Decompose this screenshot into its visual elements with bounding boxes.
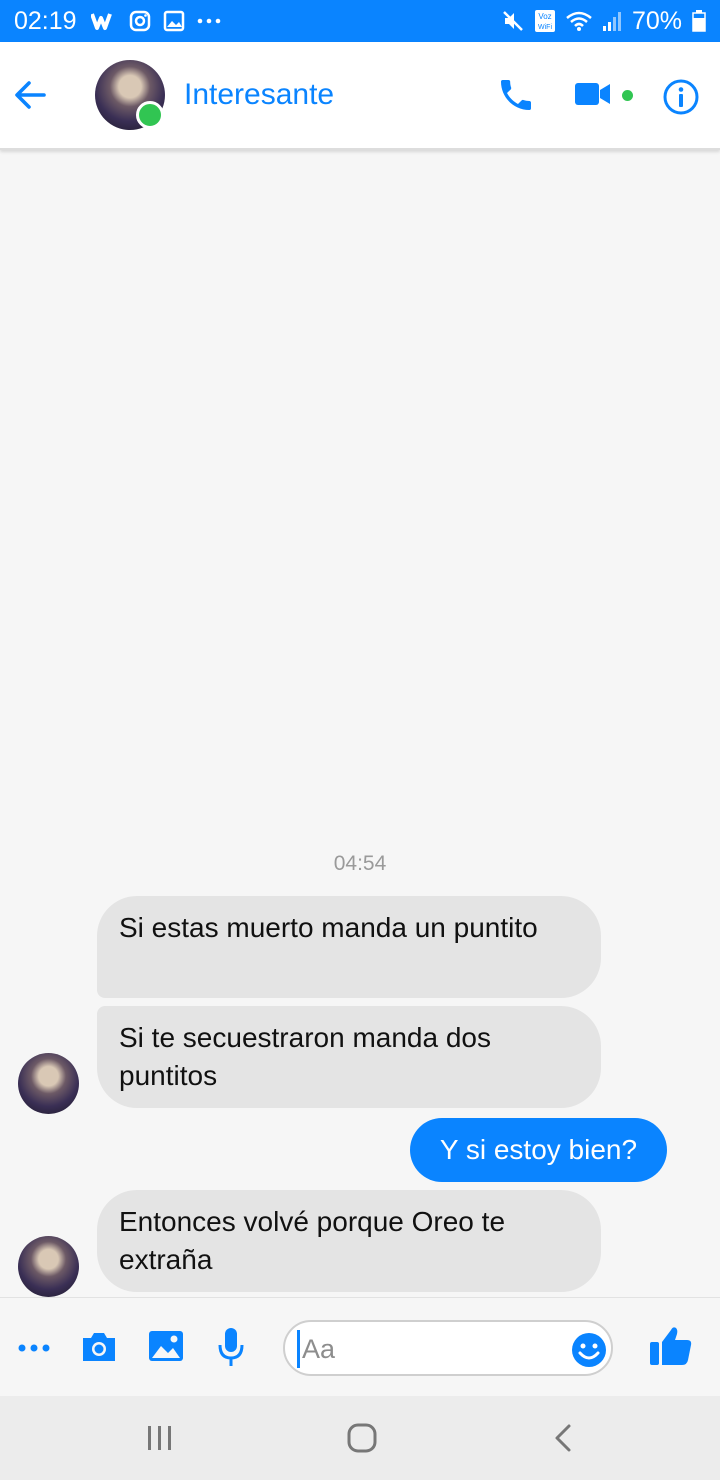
online-status-dot: [136, 101, 164, 129]
message-composer: [0, 1297, 720, 1396]
info-icon[interactable]: [662, 78, 700, 116]
contact-avatar-small[interactable]: [18, 1236, 79, 1297]
more-options-icon[interactable]: [16, 1330, 52, 1366]
microphone-icon[interactable]: [215, 1326, 247, 1368]
mute-icon: [502, 10, 524, 32]
gallery-icon[interactable]: [148, 1328, 184, 1364]
battery-icon: [692, 10, 706, 32]
nav-back-icon[interactable]: [548, 1420, 578, 1456]
contact-avatar-small[interactable]: [18, 1053, 79, 1114]
back-arrow-icon[interactable]: [12, 76, 50, 114]
svg-text:Voz: Voz: [538, 12, 551, 21]
svg-text:WiFi: WiFi: [538, 24, 552, 31]
message-timestamp: 04:54: [333, 852, 387, 875]
gallery-icon: [163, 10, 185, 32]
signal-icon: [602, 10, 622, 32]
home-icon[interactable]: [342, 1420, 382, 1456]
status-time: 02:19: [14, 6, 77, 35]
voz-wifi-icon: Voz WiFi: [534, 9, 556, 33]
emoji-icon[interactable]: [571, 1332, 607, 1368]
status-bar: 02:19 Voz WiFi 70%: [0, 0, 720, 42]
chat-header: Interesante: [0, 42, 720, 150]
recent-apps-icon[interactable]: [140, 1420, 180, 1456]
contact-name[interactable]: Interesante: [184, 78, 334, 112]
wifi-icon: [566, 10, 592, 32]
camera-icon[interactable]: [80, 1328, 118, 1366]
instagram-icon: [129, 10, 151, 32]
message-input-wrapper: [283, 1320, 613, 1376]
phone-call-icon[interactable]: [496, 75, 536, 115]
video-call-icon[interactable]: [574, 78, 612, 110]
thumbs-up-icon[interactable]: [648, 1324, 694, 1368]
incoming-message[interactable]: Si estas muerto manda un puntito: [97, 896, 601, 998]
video-active-dot: [622, 90, 633, 101]
battery-percent: 70%: [631, 6, 682, 35]
outgoing-message[interactable]: Y si estoy bien?: [410, 1118, 667, 1182]
system-nav-bar: [0, 1396, 720, 1480]
incoming-message[interactable]: Si te secuestraron manda dos puntitos: [97, 1006, 601, 1108]
more-dots-icon: [197, 17, 221, 25]
wattpad-icon: [90, 11, 117, 31]
message-input[interactable]: [297, 1330, 564, 1368]
incoming-message[interactable]: Entonces volvé porque Oreo te extraña: [97, 1190, 601, 1292]
